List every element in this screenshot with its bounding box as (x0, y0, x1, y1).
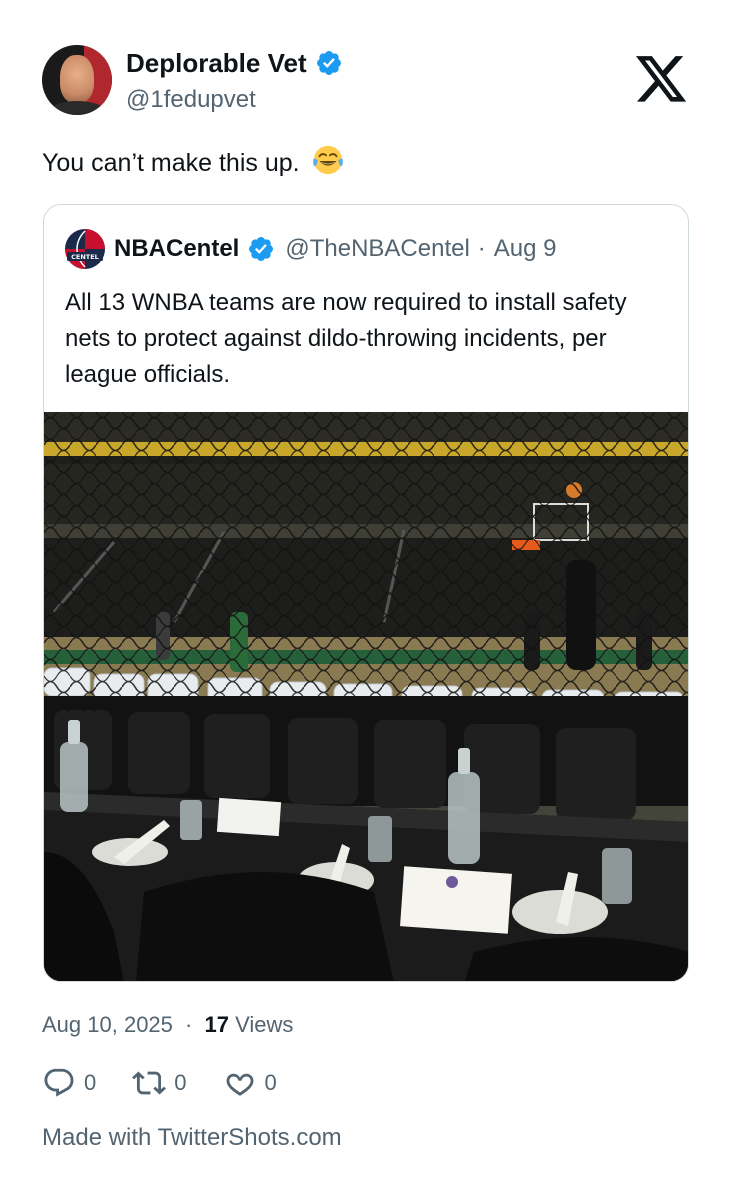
retweet-count: 0 (174, 1070, 187, 1095)
quoted-tweet-text: All 13 WNBA teams are now required to in… (65, 289, 627, 388)
retweet-button[interactable]: 0 (132, 1066, 187, 1100)
reply-button[interactable]: 0 (42, 1066, 96, 1100)
x-logo-icon[interactable] (636, 56, 688, 104)
reply-count: 0 (84, 1070, 97, 1095)
quoted-tweet-header: CENTEL NBACentel @TheNBACentel · Aug 9 (64, 228, 557, 270)
heart-icon (226, 1073, 253, 1096)
quoted-tweet-date[interactable]: Aug 9 (494, 235, 557, 263)
tweet-text: You can’t make this up. (42, 143, 345, 180)
author-display-name[interactable]: Deplorable Vet (126, 47, 307, 79)
arena-courtside-photo-icon[interactable] (44, 412, 689, 982)
face-with-tears-of-joy-icon (312, 145, 343, 175)
meta-separator: · (185, 1012, 193, 1037)
nbacentel-logo-icon[interactable]: CENTEL (64, 228, 106, 270)
author-handle[interactable]: @1fedupvet (126, 85, 343, 115)
meta-separator: · (477, 235, 486, 262)
retweet-icon (132, 1071, 167, 1095)
quoted-tweet[interactable]: CENTEL NBACentel @TheNBACentel · Aug 9 A… (43, 204, 689, 982)
verified-badge-icon (249, 237, 274, 261)
svg-text:CENTEL: CENTEL (71, 253, 99, 261)
action-bar: 0 0 0 (42, 1066, 313, 1100)
tweet-date[interactable]: Aug 10, 2025 (42, 1012, 173, 1037)
author-name-row: Deplorable Vet (126, 47, 343, 79)
tweet-card: Deplorable Vet @1fedupvet You can’t make… (0, 0, 729, 1200)
avatar-face (60, 55, 94, 103)
verified-badge-icon (316, 51, 341, 75)
like-count: 0 (264, 1070, 277, 1095)
avatar[interactable] (42, 45, 112, 115)
tweet-body: You can’t make this up. (42, 149, 300, 177)
quoted-author-handle[interactable]: @TheNBACentel (285, 235, 469, 263)
views-label: Views (235, 1012, 294, 1037)
like-button[interactable]: 0 (223, 1066, 277, 1100)
views-count: 17 (204, 1012, 229, 1037)
reply-icon (44, 1068, 74, 1097)
author-block: Deplorable Vet @1fedupvet (126, 47, 343, 115)
quoted-author-name[interactable]: NBACentel (114, 235, 239, 263)
tweet-meta: Aug 10, 2025 · 17 Views (42, 1012, 293, 1038)
made-with-credit: Made with TwitterShots.com (42, 1124, 342, 1151)
